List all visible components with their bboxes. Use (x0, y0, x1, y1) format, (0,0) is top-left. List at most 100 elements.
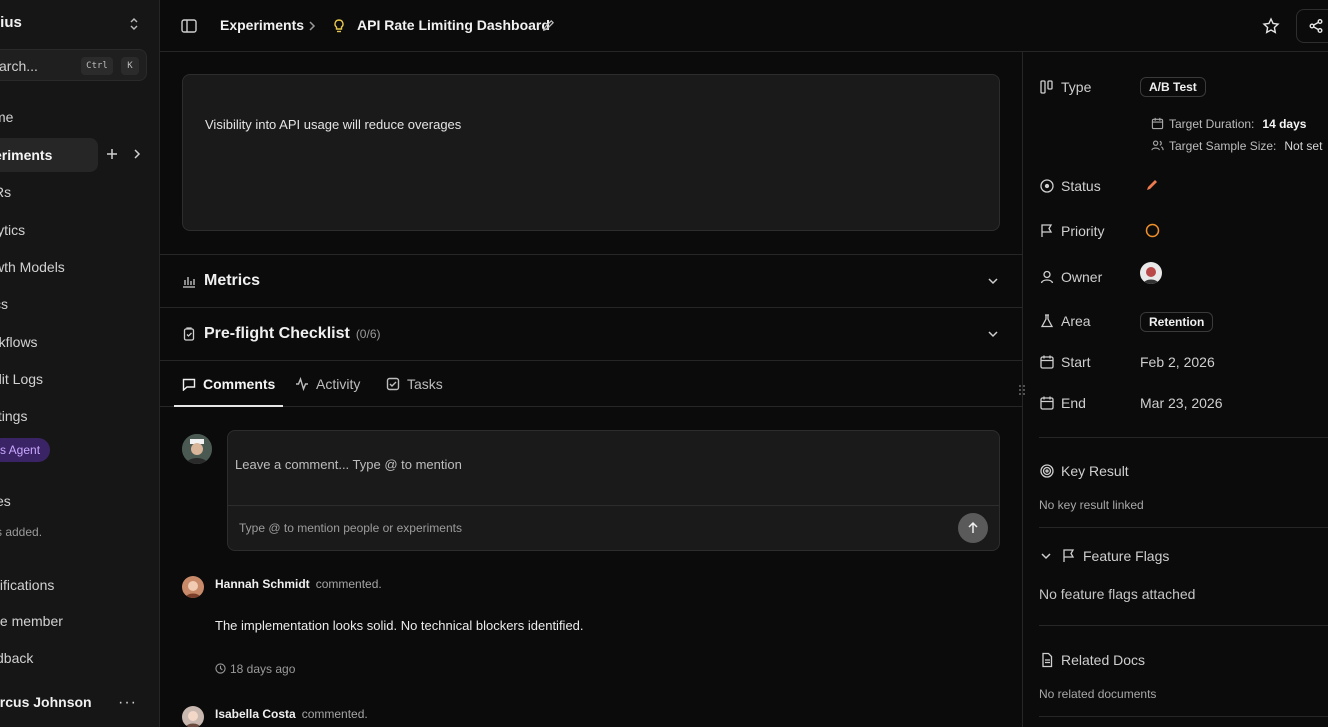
chevron-down-icon[interactable] (986, 274, 1000, 288)
key-result-label[interactable]: Key Result (1061, 463, 1129, 479)
sidebar-section-title: es (0, 493, 11, 509)
priority-indicator-icon[interactable] (1145, 223, 1160, 238)
divider (1039, 625, 1328, 626)
search-input[interactable]: arch... Ctrl K (0, 49, 147, 81)
owner-label: Owner (1061, 269, 1103, 285)
comment-verb: commented. (301, 707, 368, 721)
related-docs-empty: No related documents (1039, 687, 1157, 701)
user-avatar-icon (182, 576, 204, 598)
sidebar-item-experiments[interactable]: eriments (0, 138, 98, 172)
flask-icon (1040, 314, 1054, 328)
tab-comments[interactable]: Comments (174, 361, 284, 407)
star-icon[interactable] (1262, 17, 1280, 35)
shortcut-ctrl: Ctrl (81, 57, 113, 75)
sidebar-item-analytics[interactable]: lytics (0, 213, 98, 247)
sidebar-item-settings[interactable]: ttings (0, 399, 98, 433)
end-date[interactable]: Mar 23, 2026 (1140, 395, 1223, 411)
sidebar-item-workflows[interactable]: rkflows (0, 325, 98, 359)
comment-author-name[interactable]: Isabella Costa (215, 707, 296, 721)
target-sample-value[interactable]: Not set (1284, 139, 1322, 153)
start-label: Start (1061, 354, 1091, 370)
share-icon (1309, 19, 1323, 33)
pencil-icon[interactable] (1145, 178, 1159, 192)
target-duration-value[interactable]: 14 days (1262, 117, 1306, 131)
user-icon (1040, 270, 1054, 284)
clipboard-icon (183, 327, 195, 341)
key-result-empty: No key result linked (1039, 498, 1144, 512)
comment-time-text: 18 days ago (230, 662, 296, 676)
plus-icon[interactable] (105, 147, 119, 161)
agent-pill[interactable]: s Agent (0, 438, 51, 462)
comment-verb: commented. (315, 577, 382, 591)
more-options-icon[interactable]: ··· (118, 694, 137, 712)
owner-avatar[interactable] (1140, 262, 1162, 284)
avatar (182, 706, 204, 727)
metrics-section[interactable]: Metrics (160, 254, 1022, 307)
document-icon (1042, 652, 1053, 668)
sidebar-notifications[interactable]: tifications (0, 577, 54, 593)
sidebar-item-audit-logs[interactable]: dit Logs (0, 362, 98, 396)
feature-flags-label[interactable]: Feature Flags (1083, 548, 1169, 564)
hypothesis-text: Visibility into API usage will reduce ov… (205, 117, 462, 132)
checklist-title: Pre-flight Checklist (0/6) (204, 325, 381, 343)
chevron-down-icon[interactable] (1039, 549, 1053, 563)
sidebar-item-docs[interactable]: cs (0, 287, 98, 321)
type-label: Type (1061, 79, 1092, 95)
avatar (182, 576, 204, 598)
columns-icon (1040, 80, 1053, 94)
comment-body: The implementation looks solid. No techn… (215, 618, 584, 633)
hypothesis-box[interactable]: Visibility into API usage will reduce ov… (182, 74, 1000, 231)
flag-icon (1041, 224, 1053, 237)
sidebar: lius arch... Ctrl K me eriments Rs lytic… (0, 0, 160, 727)
lightbulb-icon (334, 19, 344, 33)
activity-icon (296, 377, 308, 392)
chevron-right-icon[interactable] (130, 147, 144, 161)
search-placeholder: arch... (0, 58, 38, 74)
sidebar-item-growth-models[interactable]: wth Models (0, 250, 98, 284)
tab-activity[interactable]: Activity (295, 361, 360, 407)
status-label: Status (1061, 178, 1101, 194)
sidebar-feedback[interactable]: dback (0, 650, 33, 666)
checklist-count: (0/6) (355, 327, 381, 341)
sidebar-invite-member[interactable]: te member (0, 613, 63, 629)
calendar-icon (1040, 355, 1054, 369)
share-button[interactable] (1296, 9, 1328, 43)
tab-comments-label: Comments (203, 376, 276, 392)
clock-icon (215, 663, 226, 674)
page-title: API Rate Limiting Dashboard (357, 17, 550, 33)
target-duration: Target Duration: 14 days (1169, 117, 1306, 131)
checklist-title-text: Pre-flight Checklist (204, 325, 350, 342)
flag-icon (1063, 549, 1075, 562)
area-label: Area (1061, 313, 1091, 329)
edit-icon[interactable] (542, 19, 555, 32)
tab-bar: Comments Activity Tasks (160, 360, 1022, 407)
breadcrumb-experiments[interactable]: Experiments (220, 17, 304, 33)
chevron-up-down-icon[interactable] (126, 16, 142, 32)
comment-time: 18 days ago (215, 662, 295, 676)
workspace-name[interactable]: lius (0, 14, 22, 31)
start-date[interactable]: Feb 2, 2026 (1140, 354, 1215, 370)
comment-placeholder: Leave a comment... Type @ to mention (235, 457, 462, 472)
checklist-section[interactable]: Pre-flight Checklist (0/6) (160, 307, 1022, 360)
user-avatar-icon (1140, 262, 1162, 284)
type-pill[interactable]: A/B Test (1140, 77, 1206, 97)
tab-tasks-label: Tasks (407, 376, 443, 392)
user-name[interactable]: arcus Johnson (0, 694, 92, 710)
comment-hint: Type @ to mention people or experiments (239, 521, 462, 535)
tab-tasks[interactable]: Tasks (386, 361, 443, 407)
comment-input[interactable]: Leave a comment... Type @ to mention Typ… (227, 430, 1000, 551)
sidebar-toggle-icon[interactable] (180, 17, 198, 35)
chevron-down-icon[interactable] (986, 327, 1000, 341)
status-icon (1040, 179, 1054, 193)
send-button[interactable] (958, 513, 988, 543)
details-panel: Type A/B Test Target Duration: 14 days Ta… (1022, 52, 1328, 727)
feature-flags-empty: No feature flags attached (1039, 586, 1196, 602)
divider (1039, 527, 1328, 528)
related-docs-label[interactable]: Related Docs (1061, 652, 1145, 668)
comment-author-name[interactable]: Hannah Schmidt (215, 577, 310, 591)
shortcut-k: K (121, 57, 139, 75)
sidebar-item-home[interactable]: me (0, 100, 98, 134)
area-pill[interactable]: Retention (1140, 312, 1214, 332)
sidebar-item-okrs[interactable]: Rs (0, 175, 98, 209)
bar-chart-icon (183, 277, 195, 288)
